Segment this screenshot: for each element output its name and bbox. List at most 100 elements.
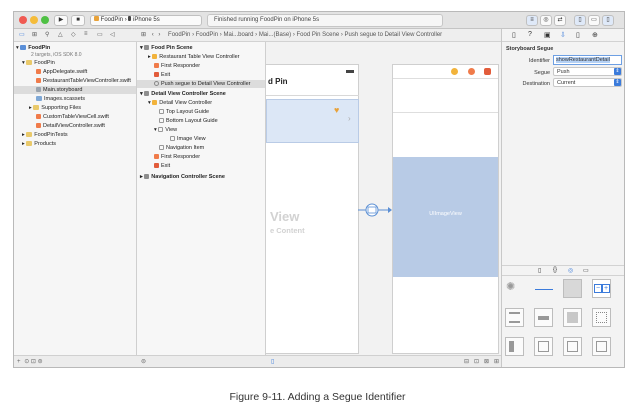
standard-editor-button[interactable]: ≡ [526,15,538,26]
file-row[interactable]: CustomTableViewCell.swift [36,113,109,121]
file-row-selected[interactable]: Main.storyboard [14,86,136,94]
storyboard-canvas[interactable]: d Pin ♥ › View e Content UIImageView [266,42,501,355]
resize-icon[interactable]: ⊞ [494,356,499,367]
scene-row[interactable]: ▾ Food Pin Scene [140,44,193,52]
file-row[interactable]: AppDelegate.swift [36,68,87,76]
split-view-object[interactable] [505,337,524,356]
related-items-icon[interactable]: ⊞ [141,32,146,38]
attributes-icon[interactable]: ⇩ [560,31,566,39]
outline-row[interactable]: Bottom Layout Guide [159,117,218,125]
table-view-object[interactable] [505,308,524,327]
scene-row[interactable]: ▸ Navigation Controller Scene [140,173,225,181]
outline-row[interactable]: Top Layout Guide [159,108,209,116]
connections-icon[interactable]: ⊕ [592,31,598,39]
scheme-selector[interactable]: FoodPin › iPhone 5s [90,15,202,26]
table-cell-object[interactable] [534,308,553,327]
outline-row[interactable]: First Responder [154,62,200,70]
file-template-icon[interactable]: ▯ [538,267,541,274]
object-library-icon[interactable]: ◎ [568,267,573,274]
folder-icon[interactable]: ▭ [19,31,25,38]
outline-row[interactable]: Exit [154,71,170,79]
prototype-cell[interactable]: ♥ › [266,99,359,143]
jump-bar-item[interactable]: Food Pin Scene [297,32,340,38]
destination-popup[interactable]: Current ⇕ [553,78,622,87]
size-icon[interactable]: ▯ [576,31,580,39]
file-row[interactable]: DetailViewController.swift [36,122,105,130]
scene-row[interactable]: ▾ Detail View Controller Scene [140,90,226,98]
version-editor-button[interactable]: ⇄ [554,15,566,26]
close-window-button[interactable] [19,16,27,24]
test-icon[interactable]: ◇ [71,31,76,38]
align-icon[interactable]: ⊟ [464,356,469,367]
segue-icon [154,81,159,86]
toggle-debug-button[interactable]: ▭ [588,15,600,26]
identifier-field[interactable]: showRestaurantDetail [553,55,622,65]
image-view-object[interactable] [563,279,582,298]
outline-row-selected[interactable]: Push segue to Detail View Controller [137,80,265,88]
jump-bar-item[interactable]: Push segue to Detail View Controller [345,32,443,38]
progress-view-object[interactable] [534,279,553,298]
back-icon[interactable]: ‹ [152,32,154,38]
exit-icon[interactable] [484,68,491,75]
group-row[interactable]: ▾ FoodPin [22,59,55,67]
container-view-object[interactable] [534,337,553,356]
run-button[interactable]: ▶ [54,15,68,26]
toggle-utilities-button[interactable]: ▯ [602,15,614,26]
resolve-icon[interactable]: ⊠ [484,356,489,367]
add-icon[interactable]: + [17,359,21,365]
debug-icon[interactable]: ≡ [84,31,88,37]
jump-bar-item[interactable]: Mai...(Base) [259,32,291,38]
group-row[interactable]: ▸ Supporting Files [29,104,81,112]
outline-toggle-icon[interactable]: ▯ [271,356,274,367]
jump-bar-item[interactable]: FoodPin [168,32,190,38]
assistant-editor-button[interactable]: ◎ [540,15,552,26]
image-object[interactable] [563,308,582,327]
page-view-object[interactable] [592,337,611,356]
image-view[interactable]: UIImageView [393,157,498,277]
collection-view-object[interactable] [592,308,611,327]
file-inspector-icon[interactable]: ▯ [512,31,516,39]
outline-row[interactable]: ▸ Restaurant Table View Controller [148,53,240,61]
minimize-window-button[interactable] [30,16,38,24]
group-row[interactable]: ▸ FoodPinTests [22,131,68,139]
outline-row[interactable]: Exit [154,162,170,170]
stop-button[interactable]: ■ [71,15,85,26]
view-controller-icon[interactable] [451,68,458,75]
detail-view-controller-scene[interactable]: UIImageView [392,64,499,354]
activity-indicator-object[interactable]: ✺ [505,279,524,298]
file-row[interactable]: Images.xcassets [36,95,85,103]
log-icon[interactable]: ◁ [110,31,115,38]
jump-bar-item[interactable]: Mai...board [223,32,253,38]
symbol-icon[interactable]: ⊞ [32,31,37,38]
search-icon[interactable]: ⚲ [45,31,49,38]
stepper-object[interactable]: − + [592,279,611,298]
outline-row[interactable]: ▾ View [154,126,177,134]
group-row[interactable]: ▸ Products [22,140,56,148]
forward-icon[interactable]: › [158,32,160,38]
filter-icon[interactable]: ⊜ [38,359,43,365]
warning-icon[interactable]: △ [58,31,63,38]
filter-icon[interactable]: ⊜ [141,359,146,365]
outline-row[interactable]: Image View [170,135,206,143]
canvas-bottom-bar: ▯ ⊟ ⊡ ⊠ ⊞ [266,355,501,367]
pin-icon[interactable]: ⊡ [474,356,479,367]
code-snippet-icon[interactable]: {} [553,267,557,273]
scm-icon[interactable]: ⊡ [31,359,36,365]
recent-icon[interactable]: ⊙ [24,359,29,365]
identity-icon[interactable]: ▣ [544,31,551,39]
outline-row[interactable]: Navigation Item [159,144,204,152]
toggle-navigator-button[interactable]: ▯ [574,15,586,26]
zoom-window-button[interactable] [41,16,49,24]
jump-bar-item[interactable]: FoodPin [196,32,218,38]
help-icon[interactable]: ? [528,31,532,38]
first-responder-icon[interactable] [468,68,475,75]
outline-row[interactable]: First Responder [154,153,200,161]
scroll-view-object[interactable] [563,337,582,356]
food-pin-scene[interactable]: d Pin ♥ › View e Content [266,64,359,354]
file-row[interactable]: RestaurantTableViewController.swift [36,77,131,85]
media-library-icon[interactable]: ▭ [583,267,589,274]
segue-arrow[interactable] [358,202,392,218]
outline-row[interactable]: ▾ Detail View Controller [148,99,212,107]
segue-popup[interactable]: Push ⇕ [553,67,622,76]
breakpoint-icon[interactable]: ▭ [97,31,103,38]
